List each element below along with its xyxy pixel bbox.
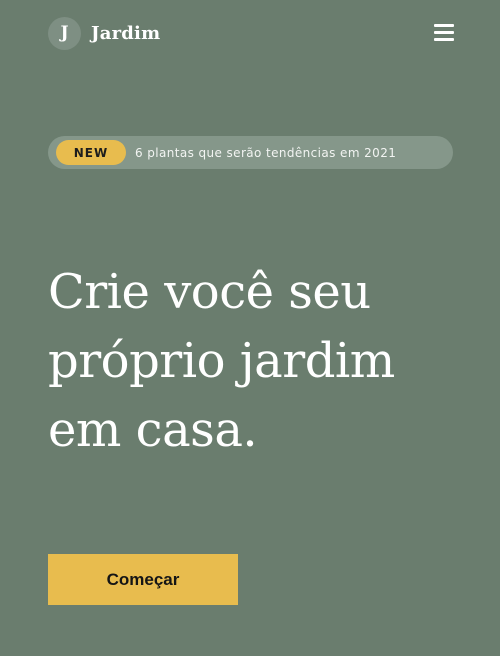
hamburger-menu-icon[interactable] [434, 24, 454, 41]
hero-title-line: Crie você seu [48, 264, 371, 320]
brand-logo[interactable]: J Jardim [48, 16, 160, 50]
new-badge: NEW [56, 140, 126, 165]
logo-mark: J [48, 16, 81, 50]
site-header: J Jardim [48, 16, 454, 50]
hero-title-line: próprio jardim [48, 333, 395, 389]
menu-bar [434, 24, 454, 27]
menu-bar [434, 38, 454, 41]
menu-bar [434, 31, 454, 34]
brand-name: Jardim [91, 22, 161, 44]
hero-title: Crie você seu próprio jardim em casa. [48, 258, 468, 465]
announcement-link[interactable]: NEW 6 plantas que serão tendências em 20… [48, 136, 453, 169]
start-button[interactable]: Começar [48, 554, 238, 605]
announcement-text: 6 plantas que serão tendências em 2021 [135, 145, 397, 160]
hero-title-line: em casa. [48, 402, 258, 458]
